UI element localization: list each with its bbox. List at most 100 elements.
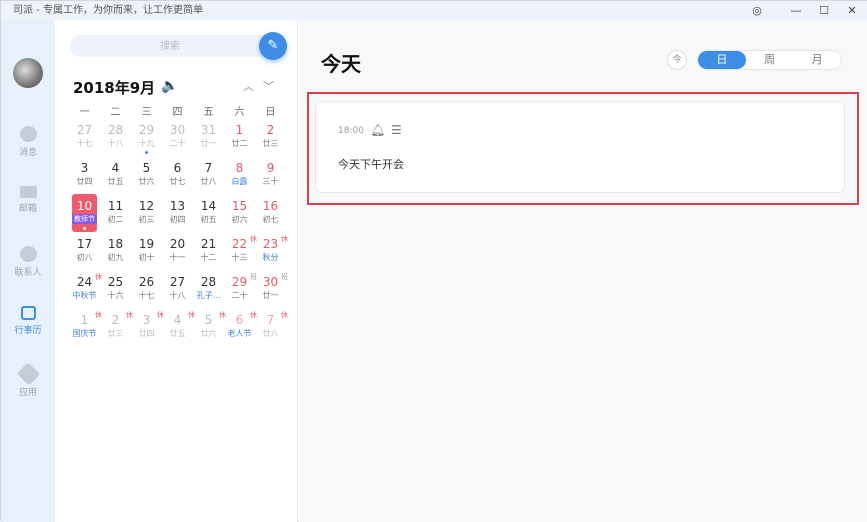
calendar-day[interactable]: 12 初三 <box>131 194 162 232</box>
chat-icon <box>19 126 37 142</box>
lunar-label: 初六 <box>231 215 248 224</box>
calendar-day[interactable]: 31 廿一 <box>193 118 224 156</box>
calendar-day[interactable]: 19 初十 <box>131 232 162 270</box>
maximize-button[interactable]: ☐ <box>809 1 839 20</box>
calendar-day[interactable]: 1 国庆节休 <box>69 308 103 346</box>
event-title: 今天下午开会 <box>338 158 404 171</box>
lunar-label: 廿六 <box>138 177 155 186</box>
calendar-icon <box>20 306 36 320</box>
calendar-day[interactable]: 27 十八 <box>162 270 193 308</box>
day-number: 5 <box>142 161 151 175</box>
day-number: 15 <box>231 199 248 213</box>
holiday-badge: 休 <box>281 235 288 243</box>
day-number: 17 <box>76 237 93 251</box>
calendar-day[interactable]: 6 廿七 <box>162 156 193 194</box>
calendar-day[interactable]: 26 十七 <box>131 270 162 308</box>
day-number: 30 <box>169 123 186 137</box>
calendar-day[interactable]: 23 秋分休 <box>255 232 289 270</box>
avatar[interactable] <box>13 58 43 88</box>
calendar-day[interactable]: 6 老人节休 <box>224 308 258 346</box>
calendar-day[interactable]: 27 十七 <box>69 118 100 156</box>
tab-month[interactable]: 月 <box>793 51 841 69</box>
weekday-header: 日 <box>265 107 276 118</box>
sidebar-item-messages[interactable]: 消息 <box>1 126 55 158</box>
calendar-day[interactable]: 2 廿三休 <box>100 308 134 346</box>
event-dot <box>83 227 86 230</box>
calendar-day[interactable]: 15 初六 <box>224 194 255 232</box>
calendar-day[interactable]: 7 廿八 <box>193 156 224 194</box>
calendar-day[interactable]: 20 十一 <box>162 232 193 270</box>
calendar-day[interactable]: 29 二十班 <box>224 270 258 308</box>
calendar-day[interactable]: 9 三十 <box>255 156 286 194</box>
sidebar-item-contacts[interactable]: 联系人 <box>1 246 55 278</box>
calendar-day[interactable]: 14 初五 <box>193 194 224 232</box>
day-number: 14 <box>200 199 217 213</box>
calendar-day[interactable]: 4 廿五 <box>100 156 131 194</box>
sidebar-item-mail[interactable]: 邮箱 <box>1 186 55 214</box>
calendar-day[interactable]: 25 十六 <box>100 270 131 308</box>
calendar-day[interactable]: 3 廿四休 <box>131 308 165 346</box>
speaker-icon[interactable]: 🔈 <box>161 78 178 94</box>
note-icon: ☰ <box>391 123 402 137</box>
calendar-day[interactable]: 1 廿二 <box>224 118 255 156</box>
sidebar-item-label: 邮箱 <box>18 204 37 214</box>
calendar-day[interactable]: 5 廿六休 <box>193 308 227 346</box>
contacts-icon <box>19 246 37 262</box>
next-month-button[interactable]: ﹀ <box>263 78 274 94</box>
calendar-day[interactable]: 8 白露 <box>224 156 255 194</box>
calendar-day[interactable]: 21 十二 <box>193 232 224 270</box>
calendar-day[interactable]: 13 初四 <box>162 194 193 232</box>
calendar-day[interactable]: 2 廿三 <box>255 118 286 156</box>
day-number: 7 <box>204 161 213 175</box>
tab-day[interactable]: 日 <box>698 51 746 69</box>
window-title: 司派 - 专属工作，为你而来，让工作更简单 <box>13 5 203 16</box>
sidebar-item-apps[interactable]: 应用 <box>1 362 55 398</box>
calendar-day[interactable]: 17 初八 <box>69 232 100 270</box>
calendar-day[interactable]: 5 廿六 <box>131 156 162 194</box>
lunar-label: 十八 <box>169 291 186 300</box>
lunar-label: 初三 <box>138 215 155 224</box>
day-number: 28 <box>107 123 124 137</box>
calendar-day[interactable]: 28 十八 <box>100 118 131 156</box>
lunar-label: 廿六 <box>200 329 217 338</box>
calendar-day[interactable]: 3 廿四 <box>69 156 100 194</box>
lunar-label: 二十 <box>231 291 248 300</box>
day-number: 21 <box>200 237 217 251</box>
calendar-day[interactable]: 29 十九 <box>131 118 162 156</box>
day-number: 25 <box>107 275 124 289</box>
calendar-day[interactable]: 18 初九 <box>100 232 131 270</box>
lunar-label: 十一 <box>169 253 186 262</box>
settings-icon[interactable]: ◎ <box>742 1 772 20</box>
minimize-button[interactable]: — <box>781 1 811 20</box>
calendar-day[interactable]: 30 廿一班 <box>255 270 289 308</box>
calendar-day[interactable]: 7 廿八休 <box>255 308 289 346</box>
day-number: 19 <box>138 237 155 251</box>
weekday-header: 五 <box>203 107 214 118</box>
calendar-day[interactable]: 16 初七 <box>255 194 286 232</box>
edit-icon[interactable]: ✎ <box>259 32 287 60</box>
lunar-label: 廿二 <box>231 139 248 148</box>
day-number: 3 <box>80 161 89 175</box>
calendar-day[interactable]: 10 教师节 <box>72 194 97 232</box>
search-input[interactable] <box>70 35 270 57</box>
close-button[interactable]: ✕ <box>837 1 867 20</box>
calendar-day[interactable]: 4 廿五休 <box>162 308 196 346</box>
today-button[interactable]: 今 <box>667 50 687 70</box>
calendar-day[interactable]: 22 十三休 <box>224 232 258 270</box>
lunar-label: 廿三 <box>262 139 279 148</box>
calendar-day[interactable]: 28 孔子... <box>193 270 224 308</box>
calendar-day[interactable]: 30 二十 <box>162 118 193 156</box>
sidebar-item-calendar[interactable]: 行事历 <box>1 306 55 336</box>
event-time: 18:00 <box>338 126 364 136</box>
weekday-header: 四 <box>172 107 183 118</box>
sidebar-item-label: 联系人 <box>14 268 42 278</box>
event-card[interactable]: 18:00 🔔︎ ☰ 今天下午开会 <box>315 101 845 193</box>
lunar-label: 十七 <box>76 139 93 148</box>
lunar-label: 初七 <box>262 215 279 224</box>
calendar-day[interactable]: 11 初二 <box>100 194 131 232</box>
prev-month-button[interactable]: ︿ <box>243 78 254 94</box>
tab-week[interactable]: 周 <box>746 51 794 69</box>
lunar-label: 十三 <box>231 253 248 262</box>
lunar-label: 秋分 <box>262 253 279 262</box>
calendar-day[interactable]: 24 中秋节休 <box>69 270 103 308</box>
